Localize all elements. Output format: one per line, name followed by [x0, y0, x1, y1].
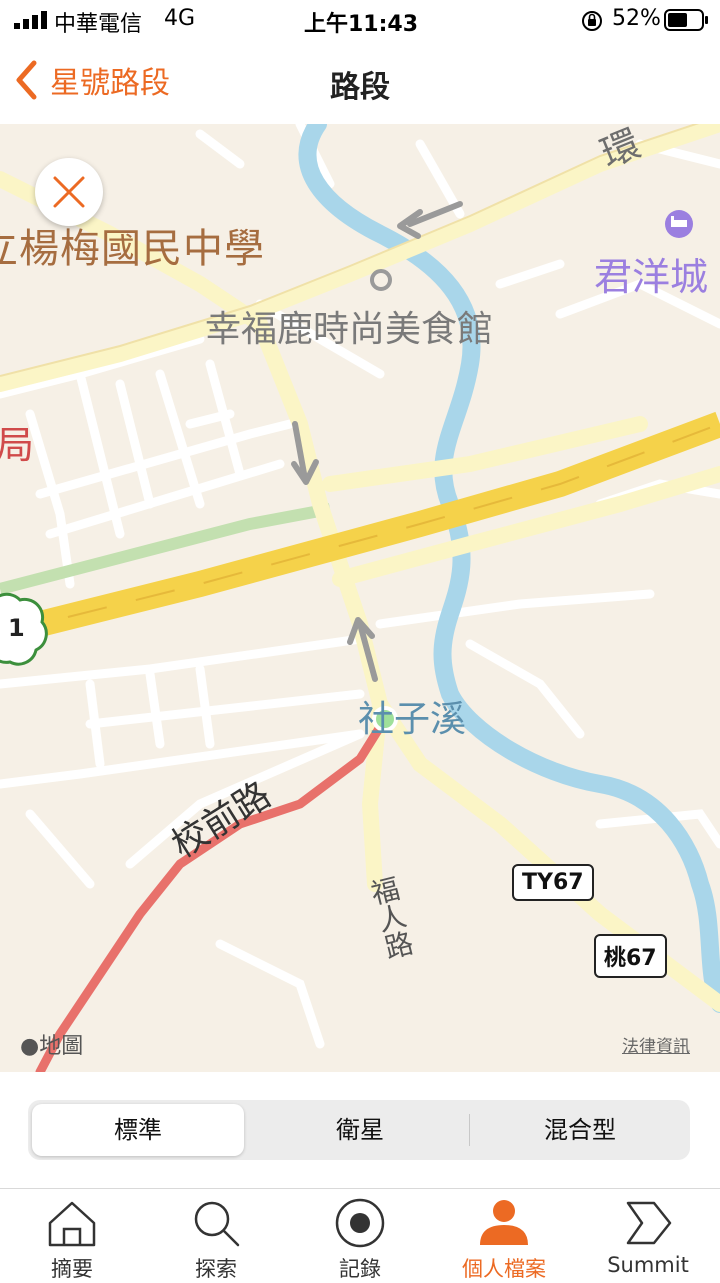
tab-summary[interactable]: 摘要: [0, 1189, 144, 1282]
profile-icon: [480, 1200, 528, 1245]
close-map-button[interactable]: [35, 158, 103, 226]
map-type-panel: 標準 衛星 混合型: [0, 1072, 720, 1188]
legal-link[interactable]: 法律資訊: [622, 1032, 690, 1057]
tab-bar: 摘要 探索 記錄 個人檔案 Summit: [0, 1188, 720, 1282]
tab-profile[interactable]: 個人檔案: [432, 1189, 576, 1282]
map-view[interactable]: 1 立楊梅國民中學 幸福鹿時尚美食館 君洋城 環 局 社子溪 校前路 福人路 T…: [0, 124, 720, 1072]
apple-icon: ●: [20, 1034, 40, 1059]
clock: 上午11:43: [304, 12, 419, 37]
record-icon: [335, 1198, 385, 1248]
hotel-label: 君洋城: [594, 255, 709, 299]
network-label: 4G: [164, 6, 196, 31]
status-bar: 中華電信 4G 上午11:43 52%: [0, 0, 720, 40]
tab-record-label: 記錄: [339, 1257, 381, 1281]
restaurant-poi-icon: [370, 269, 392, 291]
home-icon: [48, 1201, 96, 1247]
carrier-label: 中華電信: [54, 12, 143, 37]
maps-attribution-label: 地圖: [39, 1034, 84, 1059]
signal-icon: [14, 11, 47, 29]
battery-percent: 52%: [612, 6, 661, 31]
segment-satellite[interactable]: 衛星: [254, 1104, 466, 1156]
navigation-bar: 星號路段 路段: [0, 40, 720, 125]
route-shield-tao67: 桃67: [594, 934, 667, 978]
restaurant-label: 幸福鹿時尚美食館: [205, 309, 494, 350]
close-icon: [53, 176, 85, 208]
tab-explore[interactable]: 探索: [144, 1189, 288, 1282]
summit-icon: [626, 1201, 672, 1245]
segment-divider: [469, 1114, 470, 1146]
map-type-segmented-control: 標準 衛星 混合型: [28, 1100, 690, 1160]
tab-record[interactable]: 記錄: [288, 1189, 432, 1282]
route-shield-ty67: TY67: [512, 864, 594, 901]
page-title: 路段: [330, 70, 390, 105]
battery-icon: [664, 9, 708, 31]
search-icon: [194, 1201, 240, 1247]
creek-label: 社子溪: [358, 699, 467, 740]
tab-summit-label: Summit: [607, 1253, 689, 1277]
segment-hybrid[interactable]: 混合型: [474, 1104, 686, 1156]
tab-summary-label: 摘要: [51, 1257, 93, 1281]
tab-explore-label: 探索: [195, 1257, 237, 1281]
office-label: 局: [0, 423, 35, 467]
freeway-number-label: 1: [8, 614, 25, 642]
tab-profile-label: 個人檔案: [462, 1257, 546, 1281]
segment-standard[interactable]: 標準: [32, 1104, 244, 1156]
tab-summit[interactable]: Summit: [576, 1189, 720, 1282]
orientation-lock-icon: [582, 11, 602, 31]
maps-attribution: ●地圖: [20, 1028, 83, 1060]
